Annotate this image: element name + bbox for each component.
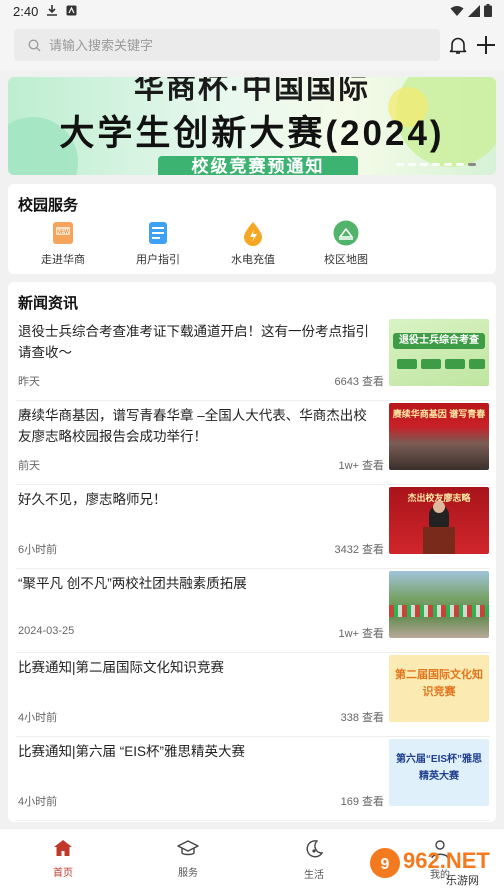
news-item[interactable]: 比赛通知|第二届国际文化知识竞赛 4小时前 338 查看 第二届国际文化知识竞赛 [16,653,490,737]
carousel-dot [444,163,452,166]
home-icon [54,840,72,856]
campus-services-card: 校园服务 NEW 走进华商 用户指引 水电充值 校区地图 [8,184,496,274]
tab-label: 生活 [304,870,324,881]
banner-heading-line1: 华商杯·中国国际 [134,77,370,105]
carousel-dot [408,163,416,166]
news-item-date: 4小时前 [18,712,58,724]
wifi-icon [450,5,464,16]
tab-label: 首页 [53,868,73,879]
tab-services[interactable]: 服务 [158,839,218,879]
news-thumbnail: 第二届国际文化知识竞赛 [389,655,489,722]
news-item[interactable]: 退役士兵综合考查准考证下载通道开启！这有一份考点指引请查收～ 昨天 6643 查… [16,317,490,401]
status-system [450,4,492,17]
news-item-views: 169 查看 [340,796,384,808]
service-item-intro[interactable]: NEW 走进华商 [23,220,103,267]
news-item-views: 3432 查看 [334,544,384,556]
thumb-caption: 赓续华商基因 谱写青春 [392,409,486,419]
watermark-logo: 9 962.NET 乐游网 [370,848,490,887]
news-card: 新闻资讯 退役士兵综合考查准考证下载通道开启！这有一份考点指引请查收～ 昨天 6… [8,282,496,822]
banner-carousel[interactable]: 华商杯·中国国际 大学生创新大赛(2024) 校级竞赛预通知 [8,77,496,175]
carousel-dot [432,163,440,166]
news-item[interactable]: “聚平凡 创不凡”两校社团共融素质拓展 2024-03-25 1w+ 查看 [16,569,490,653]
plus-icon[interactable] [476,35,496,55]
news-item-title: 比赛通知|第六届 “EIS杯”雅思精英大赛 [18,744,246,759]
news-item-views: 1w+ 查看 [338,628,384,640]
news-item[interactable]: 比赛通知|第六届 “EIS杯”雅思精英大赛 4小时前 169 查看 第六届“EI… [16,737,490,821]
svg-text:9: 9 [381,856,390,873]
search-row [0,22,504,70]
service-label: 校区地图 [324,254,368,266]
service-label: 用户指引 [136,254,180,266]
news-item-views: 338 查看 [340,712,384,724]
watermark-brand: 962.NET [403,848,490,873]
news-item-date: 4小时前 [18,796,58,808]
news-thumbnail [389,571,489,638]
signal-icon [468,4,480,17]
news-item-date: 6小时前 [18,544,58,556]
graduation-cap-icon [177,840,199,856]
news-item[interactable]: 好久不见，廖志略师兄！ 6小时前 3432 查看 杰出校友廖志略 [16,485,490,569]
banner-heading-line2: 大学生创新大赛(2024) [59,114,445,153]
status-notifications [46,4,77,17]
search-box[interactable] [14,29,440,61]
carousel-dot [396,163,404,166]
services-title: 校园服务 [18,197,79,214]
guide-doc-icon [149,222,167,244]
tab-label: 服务 [178,868,198,879]
service-item-utility[interactable]: 水电充值 [213,220,293,267]
news-item-date: 前天 [18,460,40,472]
service-label: 走进华商 [41,254,85,266]
news-item-title: 退役士兵综合考查准考证下载通道开启！这有一份考点指引请查收～ [18,324,369,360]
brochure-icon: NEW [53,222,73,244]
carousel-indicator [396,163,476,166]
status-bar: 2:40 [0,0,504,22]
watermark-sub: 乐游网 [446,874,479,887]
thumb-caption: 第二届国际文化知识竞赛 [395,669,483,698]
news-thumbnail: 杰出校友廖志略 [389,487,489,554]
search-input[interactable] [49,37,409,53]
news-item-date: 昨天 [18,376,40,388]
search-icon [28,39,41,51]
service-item-guide[interactable]: 用户指引 [118,220,198,267]
carousel-dot [456,163,464,166]
tab-life[interactable]: 生活 [284,839,344,881]
news-thumbnail: 赓续华商基因 谱写青春 [389,403,489,470]
battery-icon [484,4,492,17]
svg-text:NEW: NEW [57,230,69,236]
news-list: 退役士兵综合考查准考证下载通道开启！这有一份考点指引请查收～ 昨天 6643 查… [8,317,496,821]
tab-home[interactable]: 首页 [33,839,93,879]
news-title: 新闻资讯 [18,295,79,312]
service-label: 水电充值 [231,254,275,266]
moon-icon [306,840,324,858]
thumb-caption: 退役士兵综合考查 [393,333,485,349]
news-item-title: “聚平凡 创不凡”两校社团共融素质拓展 [18,576,247,591]
news-item[interactable]: 赓续华商基因，谱写青春华章 –全国人大代表、华商杰出校友廖志略校园报告会成功举行… [16,401,490,485]
app-notification-icon [66,5,77,16]
map-icon [333,220,359,246]
carousel-dot-active [468,163,476,166]
news-item-title: 比赛通知|第二届国际文化知识竞赛 [18,660,225,675]
status-time: 2:40 [13,4,39,19]
news-thumbnail: 退役士兵综合考查 [389,319,489,386]
thumb-caption: 第六届“EIS杯”雅思精英大赛 [395,754,483,782]
bell-icon[interactable] [449,36,467,55]
service-item-map[interactable]: 校区地图 [306,220,386,267]
banner-heading-line3: 校级竞赛预通知 [158,156,358,175]
news-item-title: 好久不见，廖志略师兄！ [18,492,167,507]
news-item-views: 1w+ 查看 [338,460,384,472]
news-item-date: 2024-03-25 [18,625,75,637]
utility-drop-icon [244,222,262,246]
news-item-title: 赓续华商基因，谱写青春华章 –全国人大代表、华商杰出校友廖志略校园报告会成功举行… [18,408,367,444]
carousel-dot [420,163,428,166]
download-icon [47,5,57,16]
news-item-views: 6643 查看 [334,376,384,388]
news-thumbnail: 第六届“EIS杯”雅思精英大赛 [389,739,489,806]
